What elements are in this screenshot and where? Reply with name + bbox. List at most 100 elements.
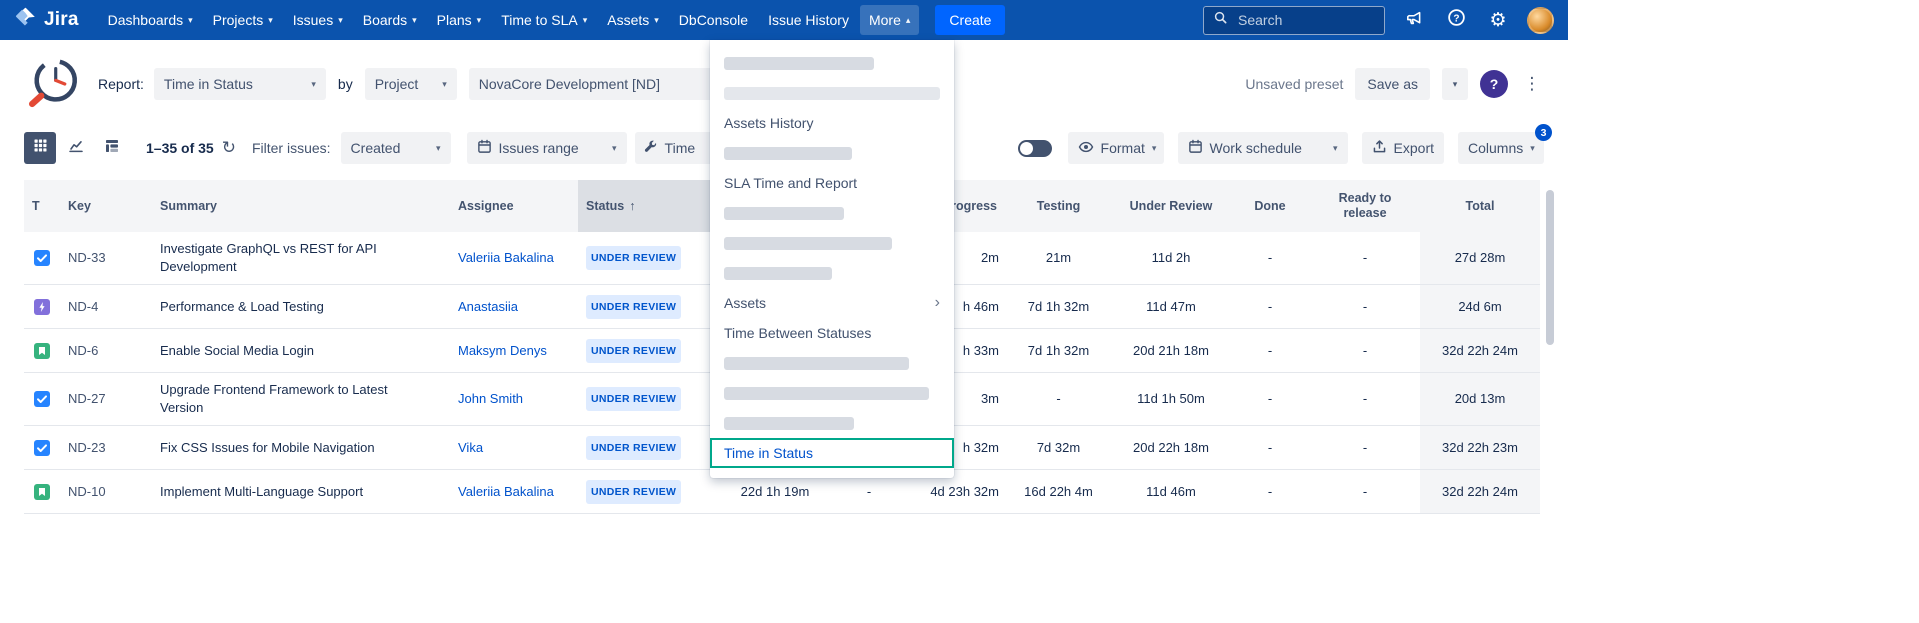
report-type-select[interactable]: Time in Status ▾ [154, 68, 326, 100]
scope-select[interactable]: Project ▾ [365, 68, 457, 100]
column-header-label: Total [1466, 199, 1495, 214]
column-header-ready[interactable]: Ready to release [1310, 180, 1420, 232]
task-type-icon [34, 391, 50, 407]
menu-item-assets-history[interactable]: Assets History [710, 108, 954, 138]
cell-summary: Enable Social Media Login [152, 334, 450, 368]
scrollbar-thumb[interactable] [1546, 190, 1554, 345]
chevron-down-icon: ▾ [654, 16, 659, 25]
assignee-link[interactable]: Vika [458, 439, 483, 457]
avatar[interactable] [1527, 7, 1554, 34]
nav-item-label: Dashboards [108, 12, 184, 28]
menu-item-time-between-statuses[interactable]: Time Between Statuses [710, 318, 954, 348]
menu-item-redacted[interactable] [710, 378, 954, 408]
nav-item-boards[interactable]: Boards▾ [354, 5, 426, 35]
status-badge: UNDER REVIEW [586, 295, 681, 319]
search-input[interactable] [1236, 11, 1375, 29]
cell-assignee: Anastasiia [450, 290, 578, 324]
more-options-button[interactable]: ⋮ [1520, 74, 1544, 94]
column-header-under_review[interactable]: Under Review [1112, 180, 1230, 232]
columns-select[interactable]: Columns ▾ 3 [1458, 132, 1544, 164]
column-header-testing[interactable]: Testing [1005, 180, 1112, 232]
menu-item-assets[interactable]: Assets› [710, 288, 954, 318]
cell-under_review: 11d 1h 50m [1112, 382, 1230, 416]
nav-item-assets[interactable]: Assets▾ [598, 5, 668, 35]
cell-total: 32d 22h 23m [1420, 426, 1540, 469]
jira-logo[interactable]: Jira [14, 6, 79, 34]
columns-count-badge: 3 [1535, 124, 1552, 141]
assignee-link[interactable]: Maksym Denys [458, 342, 547, 360]
cell-summary: Fix CSS Issues for Mobile Navigation [152, 431, 450, 465]
format-select[interactable]: Format ▾ [1068, 132, 1164, 164]
menu-item-label: Time Between Statuses [724, 325, 871, 341]
report-help-button[interactable]: ? [1480, 70, 1508, 98]
nav-item-dbconsole[interactable]: DbConsole [670, 5, 757, 35]
column-header-status[interactable]: Status↑ [578, 180, 712, 232]
menu-item-time-in-status[interactable]: Time in Status [710, 438, 954, 468]
column-header-summary[interactable]: Summary [152, 180, 450, 232]
column-header-assignee[interactable]: Assignee [450, 180, 578, 232]
chevron-down-icon: ▾ [612, 144, 617, 153]
column-header-total[interactable]: Total [1420, 180, 1540, 232]
menu-item-redacted[interactable] [710, 138, 954, 168]
status-badge: UNDER REVIEW [586, 480, 681, 504]
save-as-chevron-button[interactable]: ▾ [1442, 68, 1468, 100]
help-button[interactable]: ? [1443, 7, 1469, 33]
wrench-icon [643, 139, 658, 157]
menu-item-redacted[interactable] [710, 258, 954, 288]
task-type-icon [34, 440, 50, 456]
menu-item-label: SLA Time and Report [724, 175, 857, 191]
cell-total: 24d 6m [1420, 285, 1540, 328]
nav-item-dashboards[interactable]: Dashboards▾ [99, 5, 202, 35]
cell-done: - [1230, 290, 1310, 324]
assignee-link[interactable]: John Smith [458, 390, 523, 408]
redacted-text-bar [724, 387, 929, 400]
menu-item-redacted[interactable] [710, 408, 954, 438]
nav-item-more[interactable]: More▴ [860, 5, 919, 35]
grid-view-button[interactable] [24, 132, 56, 164]
menu-item-sla-time-and-report[interactable]: SLA Time and Report [710, 168, 954, 198]
menu-item-redacted[interactable] [710, 48, 954, 78]
menu-item-redacted[interactable] [710, 348, 954, 378]
nav-item-plans[interactable]: Plans▾ [428, 5, 491, 35]
line-chart-icon [68, 138, 84, 159]
menu-item-redacted[interactable] [710, 228, 954, 258]
refresh-button[interactable]: ↻ [222, 140, 236, 157]
pivot-view-button[interactable] [96, 132, 128, 164]
nav-item-issues[interactable]: Issues▾ [284, 5, 352, 35]
export-button[interactable]: Export [1362, 132, 1444, 164]
cell-summary: Implement Multi-Language Support [152, 475, 450, 509]
settings-button[interactable]: ⚙ [1485, 7, 1511, 33]
assignee-link[interactable]: Valeriia Bakalina [458, 483, 554, 501]
column-header-type[interactable]: T [24, 180, 60, 232]
menu-item-redacted[interactable] [710, 198, 954, 228]
announcements-button[interactable] [1401, 7, 1427, 33]
app-window: Jira Dashboards▾Projects▾Issues▾Boards▾P… [0, 0, 1568, 623]
status-badge: UNDER REVIEW [586, 387, 681, 411]
filter-field-select[interactable]: Created ▾ [341, 132, 451, 164]
nav-item-time-to-sla[interactable]: Time to SLA▾ [492, 5, 596, 35]
search-box[interactable] [1203, 6, 1385, 35]
eye-icon [1078, 139, 1094, 158]
issue-count: 1–35 of 35 [146, 140, 214, 156]
status-badge: UNDER REVIEW [586, 246, 681, 270]
cell-summary: Performance & Load Testing [152, 290, 450, 324]
assignee-link[interactable]: Valeriia Bakalina [458, 249, 554, 267]
nav-item-projects[interactable]: Projects▾ [204, 5, 282, 35]
menu-item-label: Assets History [724, 115, 813, 131]
save-as-button[interactable]: Save as [1355, 68, 1430, 100]
menu-item-redacted[interactable] [710, 78, 954, 108]
column-header-key[interactable]: Key [60, 180, 152, 232]
cell-hidden2: - [838, 475, 900, 509]
chart-view-button[interactable] [60, 132, 92, 164]
chevron-down-icon: ▾ [268, 16, 273, 25]
assignee-link[interactable]: Anastasiia [458, 298, 518, 316]
project-select[interactable]: NovaCore Development [ND] ▾ [469, 68, 737, 100]
question-icon: ? [1490, 76, 1499, 92]
issues-range-select[interactable]: Issues range ▾ [467, 132, 627, 164]
nav-item-issue-history[interactable]: Issue History [759, 5, 858, 35]
view-toggle[interactable] [1018, 140, 1052, 157]
column-header-done[interactable]: Done [1230, 180, 1310, 232]
create-button[interactable]: Create [935, 5, 1005, 35]
cell-total: 32d 22h 24m [1420, 329, 1540, 372]
work-schedule-select[interactable]: Work schedule ▾ [1178, 132, 1348, 164]
